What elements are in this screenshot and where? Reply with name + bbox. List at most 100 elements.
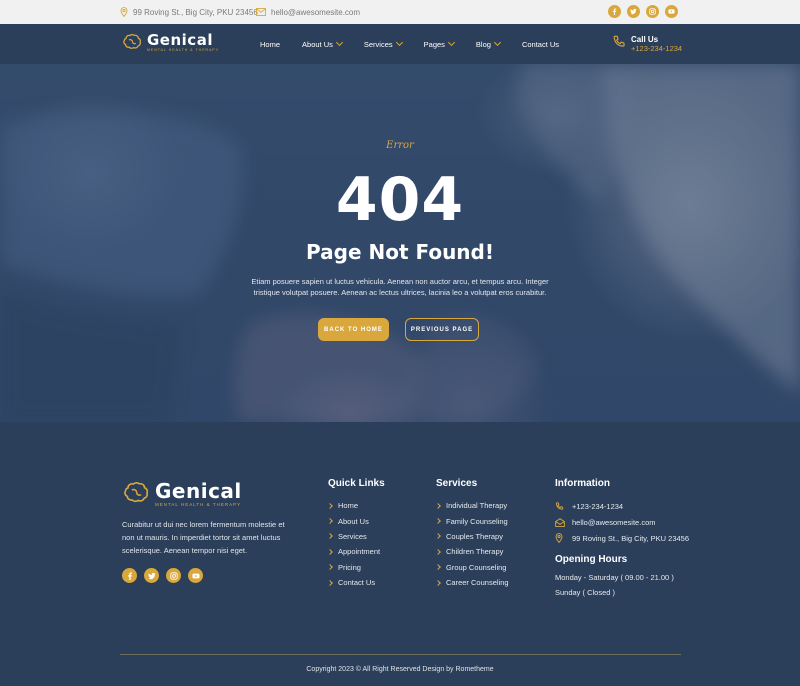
- quick-link-home[interactable]: Home: [327, 498, 385, 513]
- info-phone[interactable]: +123-234-1234: [555, 498, 689, 514]
- opening-hours-weekdays: Monday - Saturday ( 09.00 - 21.00 ): [555, 573, 674, 582]
- back-to-home-button[interactable]: Back to Home: [318, 318, 389, 341]
- nav-item-blog[interactable]: Blog: [475, 38, 501, 49]
- nav-item-label: About Us: [302, 39, 333, 49]
- topbar-email-text: hello@awesomesite.com: [271, 7, 361, 17]
- chevron-down-icon: [335, 38, 343, 47]
- quick-link-services[interactable]: Services: [327, 529, 385, 544]
- quick-link-pricing[interactable]: Pricing: [327, 560, 385, 575]
- chevron-down-icon: [493, 38, 501, 47]
- link-label: Appointment: [338, 547, 381, 557]
- youtube-icon[interactable]: [188, 568, 203, 583]
- chevron-right-icon: [327, 533, 333, 540]
- nav-item-home[interactable]: Home: [260, 40, 280, 49]
- hero-content: Error 404 Page Not Found! Etiam posuere …: [0, 64, 800, 422]
- nav-item-contact-us[interactable]: Contact Us: [522, 40, 559, 49]
- nav-item-pages[interactable]: Pages: [423, 38, 455, 49]
- nav-item-label: Pages: [423, 39, 445, 49]
- service-link-career-counseling[interactable]: Career Counseling: [435, 575, 509, 590]
- call-us-block[interactable]: Call Us +123-234-1234: [612, 35, 682, 54]
- error-code: 404: [335, 165, 465, 235]
- nav-item-label: Services: [363, 39, 393, 49]
- previous-page-button[interactable]: Previous Page: [405, 318, 479, 341]
- phone-icon: [555, 501, 565, 511]
- site-logo[interactable]: Genical Mental Health & Therapy: [122, 32, 219, 52]
- footer-socials: [122, 568, 203, 583]
- link-label: About Us: [338, 516, 369, 526]
- site-footer: Genical Mental Health & Therapy Curabitu…: [0, 422, 800, 686]
- link-label: Services: [338, 531, 367, 541]
- services-title: Services: [436, 478, 478, 489]
- nav-item-label: Home: [260, 39, 281, 49]
- error-hero-banner: Error 404 Page Not Found! Etiam posuere …: [0, 64, 800, 422]
- info-address-text: 99 Roving St., Big City, PKU 23456: [572, 533, 690, 543]
- chevron-right-icon: [435, 579, 441, 586]
- quick-links-column: Quick Links Home About Us Services Appoi…: [327, 478, 385, 590]
- link-label: Career Counseling: [446, 578, 509, 588]
- service-link-children-therapy[interactable]: Children Therapy: [435, 544, 509, 559]
- chevron-down-icon: [395, 38, 403, 47]
- footer-logo-name: Genical: [155, 479, 242, 503]
- footer-logo[interactable]: Genical Mental Health & Therapy: [122, 480, 242, 507]
- opening-hours-sunday: Sunday ( Closed ): [555, 587, 616, 597]
- footer-logo-tagline: Mental Health & Therapy: [155, 502, 242, 507]
- copyright-text: Copyright 2023 © All Right Reserved Desi…: [306, 666, 494, 673]
- nav-menu: Home About Us Services Pages Blog Contac…: [260, 24, 581, 64]
- chevron-right-icon: [435, 549, 441, 555]
- link-label: Home: [338, 501, 359, 511]
- topbar-address: 99 Roving St., Big City, PKU 23456: [120, 0, 258, 24]
- link-label: Family Counseling: [446, 516, 508, 526]
- instagram-icon[interactable]: [166, 568, 181, 583]
- facebook-icon[interactable]: [608, 5, 621, 18]
- chevron-right-icon: [435, 533, 441, 540]
- link-label: Pricing: [338, 562, 361, 572]
- quick-link-about-us[interactable]: About Us: [327, 513, 385, 528]
- chevron-right-icon: [327, 564, 333, 571]
- youtube-icon[interactable]: [665, 5, 678, 18]
- chevron-right-icon: [327, 549, 333, 555]
- nav-item-about-us[interactable]: About Us: [302, 38, 343, 49]
- topbar-socials: [608, 5, 678, 18]
- twitter-icon[interactable]: [627, 5, 640, 18]
- twitter-icon[interactable]: [144, 568, 159, 583]
- information-column: Information +123-234-1234 hello@awesomes…: [555, 478, 689, 546]
- nav-item-label: Contact Us: [521, 39, 560, 49]
- chevron-right-icon: [435, 564, 441, 571]
- services-column: Services Individual Therapy Family Couns…: [435, 478, 509, 590]
- facebook-icon[interactable]: [122, 568, 137, 583]
- opening-hours: Opening Hours Monday - Saturday ( 09.00 …: [555, 554, 674, 600]
- quick-link-contact-us[interactable]: Contact Us: [327, 575, 385, 590]
- envelope-icon: [256, 8, 266, 16]
- logo-name: Genical: [147, 31, 213, 49]
- location-pin-icon: [120, 7, 128, 17]
- link-label: Group Counseling: [446, 562, 507, 572]
- quick-link-appointment[interactable]: Appointment: [327, 544, 385, 559]
- nav-item-services[interactable]: Services: [363, 38, 403, 49]
- logo-tagline: Mental Health & Therapy: [147, 48, 220, 52]
- topbar-email[interactable]: hello@awesomesite.com: [256, 0, 360, 24]
- location-pin-icon: [555, 533, 565, 543]
- link-label: Individual Therapy: [446, 501, 508, 511]
- hero-eyebrow: Error: [386, 140, 414, 151]
- link-label: Contact Us: [338, 578, 376, 588]
- quick-links-title: Quick Links: [328, 478, 385, 489]
- hero-heading: Page Not Found!: [306, 240, 494, 264]
- service-link-family-counseling[interactable]: Family Counseling: [435, 513, 509, 528]
- info-email-text: hello@awesomesite.com: [572, 517, 656, 527]
- brain-logo-icon: [122, 482, 150, 505]
- info-phone-text: +123-234-1234: [572, 501, 624, 511]
- service-link-couples-therapy[interactable]: Couples Therapy: [435, 529, 509, 544]
- service-link-individual-therapy[interactable]: Individual Therapy: [435, 498, 509, 513]
- nav-item-label: Blog: [475, 39, 491, 49]
- phone-icon: [612, 35, 626, 54]
- service-link-group-counseling[interactable]: Group Counseling: [435, 560, 509, 575]
- instagram-icon[interactable]: [646, 5, 659, 18]
- hero-description: Etiam posuere sapien ut luctus vehicula.…: [251, 277, 549, 297]
- info-email[interactable]: hello@awesomesite.com: [555, 514, 689, 530]
- chevron-right-icon: [327, 518, 333, 524]
- chevron-right-icon: [435, 518, 441, 524]
- link-label: Children Therapy: [446, 547, 504, 557]
- chevron-down-icon: [447, 38, 455, 47]
- info-address: 99 Roving St., Big City, PKU 23456: [555, 530, 689, 546]
- opening-hours-title: Opening Hours: [555, 554, 628, 565]
